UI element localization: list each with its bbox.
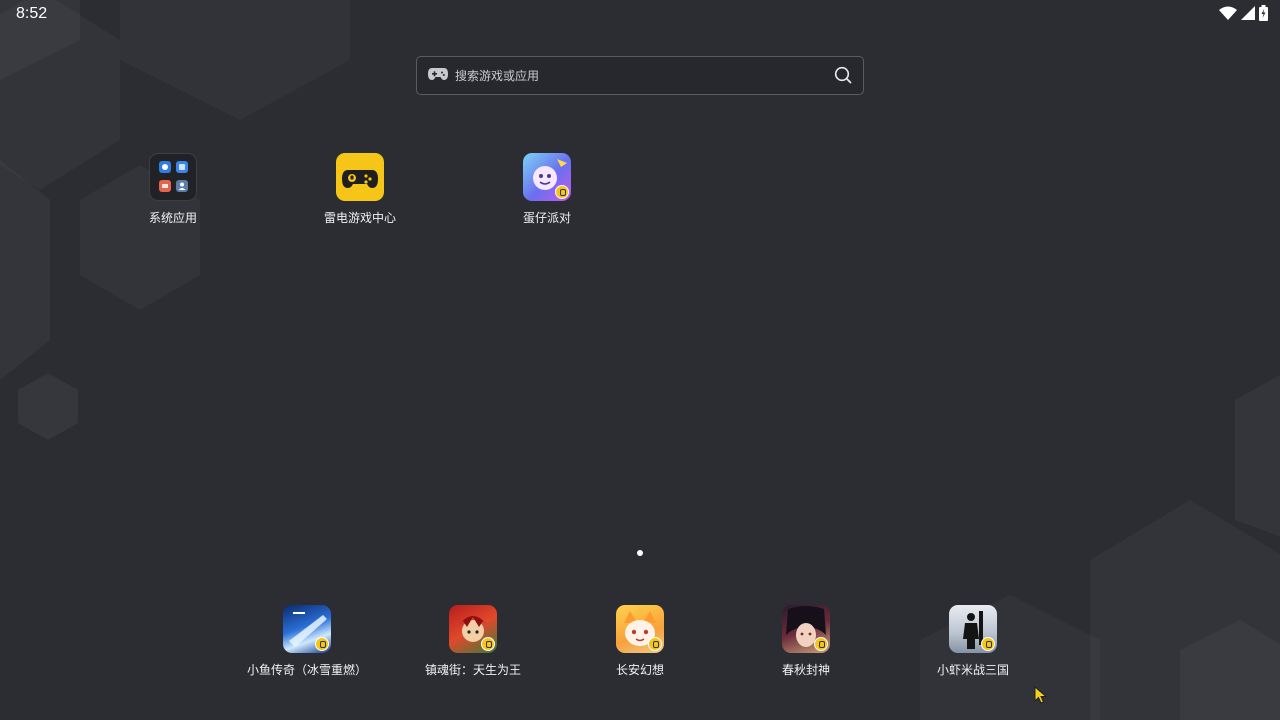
changan-fantasy-icon[interactable] <box>616 605 664 653</box>
signal-icon <box>1241 6 1255 20</box>
app-label: 蛋仔派对 <box>522 211 571 225</box>
zhenhunjie-icon[interactable] <box>449 605 497 653</box>
ld-badge-icon <box>481 637 495 651</box>
system-apps-folder-icon[interactable] <box>149 153 197 201</box>
ld-badge-icon <box>555 185 569 199</box>
search-placeholder[interactable]: 搜索游戏或应用 <box>455 67 539 84</box>
fish-legend-icon[interactable] <box>283 605 331 653</box>
ld-badge-icon <box>814 637 828 651</box>
app-label: 长安幻想 <box>615 663 664 677</box>
app-label: 小鱼传奇（冰雪重燃） <box>246 663 367 677</box>
search-icon[interactable] <box>834 66 852 84</box>
gamepad-icon <box>428 68 448 80</box>
dock-app-changan-fantasy[interactable]: 长安幻想 <box>575 605 705 678</box>
eggy-party-icon[interactable] <box>523 153 571 201</box>
ld-badge-icon <box>648 637 662 651</box>
app-label: 春秋封神 <box>781 663 830 677</box>
dock-app-xiaoxiami-sanguo[interactable]: 小虾米战三国 <box>908 605 1038 678</box>
status-bar: 8:52 <box>0 0 1280 30</box>
app-label: 雷电游戏中心 <box>323 211 396 225</box>
app-ld-game-center[interactable]: 雷电游戏中心 <box>295 153 425 226</box>
app-label: 小虾米战三国 <box>936 663 1009 677</box>
xiaoxiami-sanguo-icon[interactable] <box>949 605 997 653</box>
search-bar[interactable]: 搜索游戏或应用 <box>416 56 864 95</box>
status-time: 8:52 <box>16 5 48 22</box>
ld-badge-icon <box>315 637 329 651</box>
ld-badge-icon <box>981 637 995 651</box>
mouse-cursor-icon <box>1034 686 1048 704</box>
chunqiu-fengshen-icon[interactable] <box>782 605 830 653</box>
app-system-apps[interactable]: 系统应用 <box>108 153 238 226</box>
page-indicator-dot <box>637 550 643 556</box>
battery-icon <box>1259 5 1268 21</box>
dock-app-fish-legend[interactable]: 小鱼传奇（冰雪重燃） <box>242 605 372 678</box>
ldplayer-game-center-icon[interactable] <box>336 153 384 201</box>
dock-app-chunqiu-fengshen[interactable]: 春秋封神 <box>741 605 871 678</box>
app-label: 镇魂街：天生为王 <box>424 663 521 677</box>
wifi-icon <box>1219 6 1237 20</box>
status-icons <box>1219 5 1268 21</box>
dock-app-zhenhunjie[interactable]: 镇魂街：天生为王 <box>408 605 538 678</box>
app-eggy-party[interactable]: 蛋仔派对 <box>482 153 612 226</box>
app-label: 系统应用 <box>148 211 197 225</box>
